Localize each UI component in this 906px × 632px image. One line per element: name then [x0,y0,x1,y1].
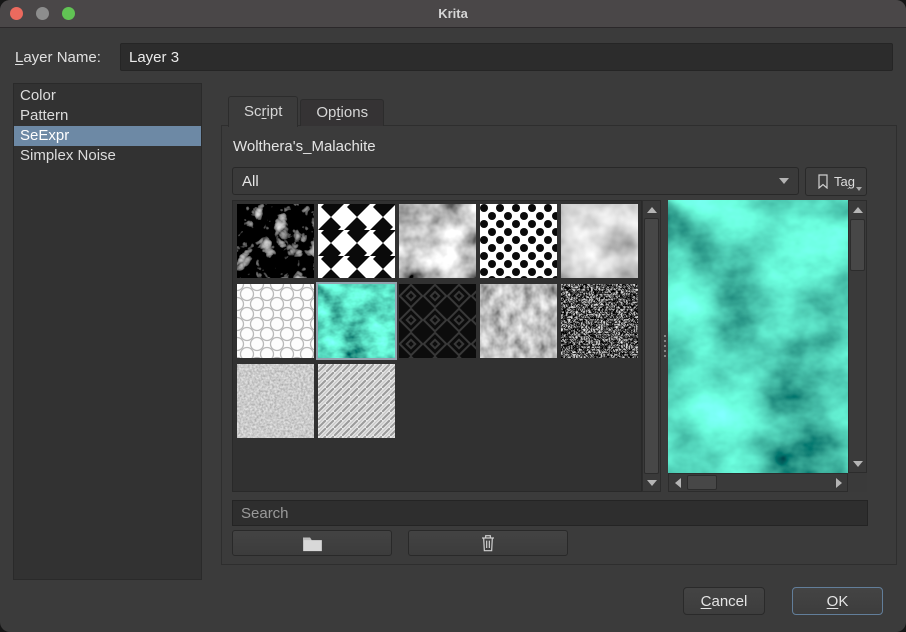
scrollbar-thumb[interactable] [687,475,717,490]
scroll-down-button[interactable] [849,455,866,472]
pattern-thumbnail-dark-turbulence-pattern[interactable] [237,204,314,278]
triangle-down-icon [853,461,863,467]
triangle-right-icon [836,478,842,488]
current-resource-name: Wolthera's_Malachite [233,138,376,155]
close-window-button[interactable] [10,7,23,20]
tag-filter-value: All [242,173,259,190]
minimize-window-button[interactable] [36,7,49,20]
list-item-seexpr[interactable]: SeExpr [14,126,201,146]
splitter-handle[interactable] [661,200,668,492]
pattern-thumbnail-wolthera-malachite[interactable] [318,284,395,358]
pattern-thumbnail-dark-maze-pattern[interactable] [399,284,476,358]
layer-name-label: Layer Name: [15,49,101,66]
pattern-thumbnail-circle-lattice-pattern[interactable] [237,284,314,358]
scroll-left-button[interactable] [669,474,686,491]
folder-icon [302,535,323,552]
preview-horizontal-scrollbar[interactable] [668,473,848,492]
resource-chooser [232,200,868,492]
list-item-pattern[interactable]: Pattern [14,106,201,126]
chevron-down-icon [779,178,789,184]
tag-button-label: Tag [834,174,855,189]
pattern-thumbnail-gray-clouds-pattern[interactable] [399,204,476,278]
tab-bar: Script Options [228,96,386,126]
list-item-simplex-noise[interactable]: Simplex Noise [14,146,201,166]
pattern-thumbnail-soft-smoke-pattern[interactable] [561,204,638,278]
bookmark-icon [817,174,829,189]
tab-options[interactable]: Options [300,99,384,126]
pattern-thumbnail-rough-stone-pattern[interactable] [480,284,557,358]
scroll-down-button[interactable] [643,474,660,491]
tag-filter-dropdown[interactable]: All [232,167,799,195]
ok-button[interactable]: OK [792,587,883,615]
cancel-button[interactable]: Cancel [683,587,765,615]
pattern-grid-viewport [232,200,642,492]
pattern-thumbnail-polka-dot-pattern[interactable] [480,204,557,278]
script-tab-pane: Wolthera's_Malachite All Tag [221,125,897,565]
triangle-up-icon [647,207,657,213]
title-bar: Krita [0,0,906,28]
layer-name-input[interactable] [120,43,893,71]
pattern-thumbnail-diagonal-weave-pattern[interactable] [318,364,395,438]
scrollbar-thumb[interactable] [644,218,659,474]
triangle-down-icon [647,480,657,486]
generator-type-list: ColorPatternSeExprSimplex Noise [13,83,202,580]
menu-arrow-icon [856,187,862,191]
pattern-thumbnail-triangle-mosaic-pattern[interactable] [318,204,395,278]
scrollbar-thumb[interactable] [850,219,865,271]
tag-button[interactable]: Tag [805,167,867,196]
pattern-grid [237,204,641,438]
tab-script[interactable]: Script [228,96,298,127]
preview-vertical-scrollbar[interactable] [848,200,867,473]
triangle-up-icon [853,207,863,213]
list-item-color[interactable]: Color [14,86,201,106]
scroll-up-button[interactable] [643,201,660,218]
trash-icon [480,534,496,552]
traffic-lights [10,0,75,27]
import-resource-button[interactable] [232,530,392,556]
scroll-right-button[interactable] [830,474,847,491]
window-title: Krita [438,6,468,21]
scroll-up-button[interactable] [849,201,866,218]
delete-resource-button[interactable] [408,530,568,556]
triangle-left-icon [675,478,681,488]
zoom-window-button[interactable] [62,7,75,20]
krita-dialog-window: Krita Layer Name: ColorPatternSeExprSimp… [0,0,906,632]
pattern-grid-scrollbar[interactable] [642,200,661,492]
pattern-thumbnail-speckle-noise-pattern[interactable] [561,284,638,358]
resource-preview-image[interactable] [668,200,848,473]
resource-preview-pane [668,200,867,492]
scrollbar-corner [848,473,867,492]
search-input[interactable] [232,500,868,526]
pattern-thumbnail-fine-grain-pattern[interactable] [237,364,314,438]
